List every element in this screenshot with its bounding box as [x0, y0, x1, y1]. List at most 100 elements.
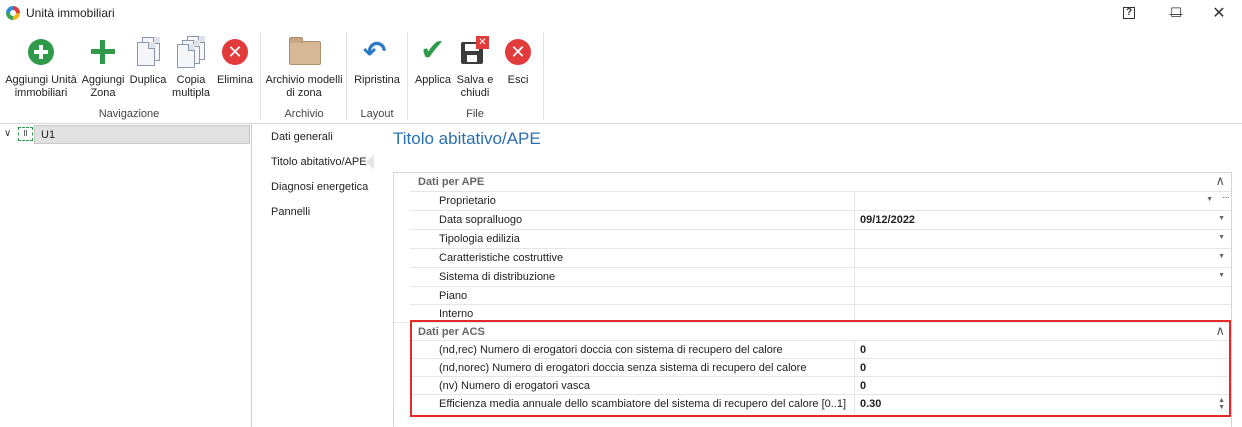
property-name: (nv) Numero di erogatori vasca	[439, 380, 591, 392]
property-value-field[interactable]: 09/12/2022 ▼	[854, 211, 1231, 229]
chevron-up-icon[interactable]: ∧	[1215, 173, 1225, 189]
section-nav: Dati generali Titolo abitativo/APE Diagn…	[252, 124, 378, 427]
property-grid: Dati per APE ∧ Proprietario ▼ ··· Data s…	[393, 172, 1232, 427]
add-unit-label: Aggiungi Unità immobiliari	[5, 74, 77, 99]
category-dati-acs[interactable]: Dati per ACS ∧	[394, 322, 1231, 340]
help-icon: ?	[1122, 7, 1136, 19]
property-name: Proprietario	[439, 195, 496, 207]
dropdown-arrow-icon[interactable]: ▼	[1218, 272, 1225, 279]
nav-item-diagnosi-energetica[interactable]: Diagnosi energetica	[271, 181, 368, 193]
dropdown-arrow-icon[interactable]: ▼	[1218, 253, 1225, 260]
folder-icon	[288, 36, 321, 68]
apply-label: Applica	[414, 74, 452, 86]
exit-icon: ✕	[502, 36, 534, 68]
add-zone-button[interactable]: Aggiungi Zona	[80, 36, 126, 100]
group-label-file: File	[466, 108, 484, 120]
property-row-sistema-distribuzione[interactable]: Sistema di distribuzione ▼	[410, 267, 1231, 286]
property-name: (nd,rec) Numero di erogatori doccia con …	[439, 344, 783, 356]
copy-multiple-icon	[175, 36, 207, 68]
property-name: Caratteristiche costruttive	[439, 252, 564, 264]
property-row-nd-rec[interactable]: (nd,rec) Numero di erogatori doccia con …	[410, 340, 1231, 359]
chevron-up-icon[interactable]: ∧	[1215, 323, 1225, 339]
property-name: Efficienza media annuale dello scambiato…	[439, 398, 847, 410]
copy-icon	[132, 36, 164, 68]
property-row-nv[interactable]: (nv) Numero di erogatori vasca 0	[410, 376, 1231, 395]
close-button[interactable]: ✕	[1196, 0, 1242, 26]
property-name: Tipologia edilizia	[439, 233, 520, 245]
delete-icon: ✕	[219, 36, 251, 68]
spin-buttons-icon[interactable]: ▲ ▼	[1218, 397, 1225, 411]
property-value-field[interactable]: 0	[854, 359, 1231, 377]
property-value-field[interactable]: ▼	[854, 230, 1231, 248]
property-name: Data sopralluogo	[439, 214, 523, 226]
property-value-field[interactable]: ▼	[854, 249, 1231, 267]
plus-icon	[87, 36, 119, 68]
unit-tree: ∨ II U1	[0, 124, 252, 427]
chevron-down-icon[interactable]: ∨	[4, 128, 11, 139]
category-label: Dati per APE	[418, 176, 485, 188]
group-separator	[407, 32, 408, 120]
property-row-caratteristiche-costruttive[interactable]: Caratteristiche costruttive ▼	[410, 248, 1231, 267]
property-value-field[interactable]: 0.30 ▲ ▼	[854, 395, 1231, 414]
unit-icon: II	[18, 127, 33, 141]
page-title: Titolo abitativo/APE	[393, 129, 541, 148]
property-value-field[interactable]: 0	[854, 377, 1231, 395]
restore-button[interactable]: ↶ Ripristina	[350, 36, 404, 87]
property-row-nd-norec[interactable]: (nd,norec) Numero di erogatori doccia se…	[410, 358, 1231, 377]
nav-item-pannelli[interactable]: Pannelli	[271, 206, 310, 218]
tree-item-label: U1	[41, 129, 56, 141]
category-label: Dati per ACS	[418, 326, 485, 338]
property-value: 09/12/2022	[860, 214, 916, 226]
group-separator	[543, 32, 544, 120]
property-value-field[interactable]: 0	[854, 341, 1231, 359]
copy-multiple-label: Copia multipla	[172, 74, 210, 99]
property-value-field[interactable]	[854, 305, 1231, 323]
ellipsis-icon[interactable]: ···	[1222, 192, 1230, 203]
exit-button[interactable]: ✕ Esci	[498, 36, 538, 87]
maximize-icon: ☐	[1170, 5, 1182, 20]
property-value: 0.30	[860, 398, 882, 410]
dropdown-arrow-icon[interactable]: ▼	[1206, 196, 1213, 203]
property-value: 0	[860, 344, 867, 356]
exit-label: Esci	[507, 74, 529, 86]
property-value-field[interactable]: ▼	[854, 268, 1231, 286]
save-close-icon: ✕	[459, 36, 491, 68]
property-row-interno[interactable]: Interno	[410, 304, 1231, 323]
group-separator	[346, 32, 347, 120]
property-row-piano[interactable]: Piano	[410, 286, 1231, 305]
app-logo-icon	[6, 6, 20, 20]
add-circle-icon	[25, 36, 57, 68]
apply-button[interactable]: ✔ Applica	[412, 36, 454, 87]
property-name: Piano	[439, 290, 468, 302]
maximize-button[interactable]: ☐	[1153, 0, 1199, 26]
property-row-proprietario[interactable]: Proprietario ▼ ···	[410, 191, 1231, 210]
dropdown-arrow-icon[interactable]: ▼	[1218, 234, 1225, 241]
restore-label: Ripristina	[354, 74, 400, 86]
nav-item-dati-generali[interactable]: Dati generali	[271, 131, 333, 143]
property-row-efficienza[interactable]: Efficienza media annuale dello scambiato…	[410, 394, 1231, 414]
property-row-tipologia-edilizia[interactable]: Tipologia edilizia ▼	[410, 229, 1231, 248]
property-name: Interno	[439, 308, 474, 320]
undo-icon: ↶	[363, 36, 387, 67]
delete-button[interactable]: ✕ Elimina	[214, 36, 256, 87]
active-nav-indicator	[366, 154, 374, 170]
check-icon: ✔	[420, 34, 446, 67]
property-value-field[interactable]: ▼ ···	[854, 192, 1231, 210]
duplicate-button[interactable]: Duplica	[128, 36, 168, 87]
add-unit-button[interactable]: Aggiungi Unità immobiliari	[4, 36, 78, 100]
category-dati-ape[interactable]: Dati per APE ∧	[394, 173, 1231, 191]
nav-item-titolo-abitativo[interactable]: Titolo abitativo/APE	[271, 156, 367, 168]
tree-item-u1[interactable]: U1	[34, 125, 250, 144]
property-row-data-sopralluogo[interactable]: Data sopralluogo 09/12/2022 ▼	[410, 210, 1231, 229]
archive-templates-button[interactable]: Archivio modelli di zona	[264, 36, 344, 100]
duplicate-label: Duplica	[129, 74, 167, 86]
dropdown-arrow-icon[interactable]: ▼	[1218, 215, 1225, 222]
delete-label: Elimina	[216, 74, 254, 86]
help-button[interactable]: ?	[1106, 0, 1152, 26]
save-close-button[interactable]: ✕ Salva e chiudi	[454, 36, 496, 100]
copy-multiple-button[interactable]: Copia multipla	[170, 36, 212, 100]
group-label-navigazione: Navigazione	[98, 108, 160, 120]
save-close-label: Salva e chiudi	[456, 74, 494, 99]
group-label-archivio: Archivio	[284, 108, 324, 120]
property-value-field[interactable]	[854, 287, 1231, 305]
